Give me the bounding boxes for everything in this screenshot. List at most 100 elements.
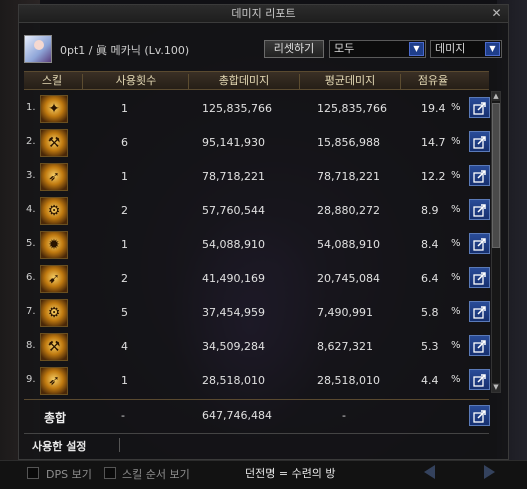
column-header-share: 점유율: [417, 74, 449, 87]
table-row: 3. ➶ 1 78,718,221 78,718,221 12.2%: [24, 160, 490, 193]
avg-damage: 78,718,221: [317, 170, 380, 183]
row-number: 1.: [26, 102, 36, 113]
share-percent: 8.9: [421, 204, 439, 217]
avg-damage: 54,088,910: [317, 238, 380, 251]
share-button[interactable]: [469, 369, 490, 390]
row-number: 4.: [26, 204, 36, 215]
chevron-down-icon: ▼: [485, 42, 500, 56]
share-button[interactable]: [469, 335, 490, 356]
skill-order-checkbox[interactable]: [104, 467, 116, 479]
share-button[interactable]: [469, 97, 490, 118]
filter-select[interactable]: 모두 ▼: [329, 40, 426, 58]
scrollbar[interactable]: ▲ ▼: [491, 91, 501, 393]
total-damage: 95,141,930: [202, 136, 265, 149]
skill-icon-3: ➶: [40, 163, 68, 191]
skill-icon-1: ✦: [40, 95, 68, 123]
avg-damage: 20,745,084: [317, 272, 380, 285]
use-count: 1: [121, 238, 128, 251]
table-row: 9. ➶ 1 28,518,010 28,518,010 4.4%: [24, 364, 490, 397]
column-header-count: 사용횟수: [115, 74, 157, 87]
table-row: 2. ⚒ 6 95,141,930 15,856,988 14.7%: [24, 126, 490, 159]
row-number: 7.: [26, 306, 36, 317]
table-row: 5. ✹ 1 54,088,910 54,088,910 8.4%: [24, 228, 490, 261]
share-icon: [473, 136, 486, 149]
share-percent: 19.4: [421, 102, 446, 115]
share-icon: [473, 102, 486, 115]
table-row: 1. ✦ 1 125,835,766 125,835,766 19.4%: [24, 92, 490, 125]
total-damage: 37,454,959: [202, 306, 265, 319]
row-number: 2.: [26, 136, 36, 147]
prev-arrow-icon[interactable]: [424, 465, 435, 479]
used-settings-bar: 사용한 설정: [24, 433, 489, 455]
share-icon: [473, 374, 486, 387]
window-titlebar[interactable]: 데미지 리포트 ✕: [19, 5, 508, 23]
dps-label: DPS 보기: [46, 468, 92, 481]
table-row: 6. ➹ 2 41,490,169 20,745,084 6.4%: [24, 262, 490, 295]
avg-damage: 15,856,988: [317, 136, 380, 149]
skill-order-label: 스킬 순서 보기: [122, 468, 190, 481]
bottom-bar: DPS 보기 스킬 순서 보기 던전명 = 수련의 방: [0, 460, 527, 489]
share-button[interactable]: [469, 405, 490, 426]
close-icon[interactable]: ✕: [489, 6, 504, 21]
skill-icon-5: ✹: [40, 231, 68, 259]
table-row: 8. ⚒ 4 34,509,284 8,627,321 5.3%: [24, 330, 490, 363]
share-icon: [473, 306, 486, 319]
share-button[interactable]: [469, 199, 490, 220]
total-count: -: [121, 409, 125, 422]
damage-report-window: 데미지 리포트 ✕ 0pt1 / 眞 메카닉 (Lv.100) 리셋하기 모두 …: [18, 4, 509, 460]
dps-checkbox[interactable]: [27, 467, 39, 479]
total-damage: 57,760,544: [202, 204, 265, 217]
use-count: 6: [121, 136, 128, 149]
share-percent: 5.3: [421, 340, 439, 353]
reset-button[interactable]: 리셋하기: [264, 40, 324, 58]
share-icon: [473, 272, 486, 285]
share-button[interactable]: [469, 267, 490, 288]
character-name: 0pt1 / 眞 메카닉 (Lv.100): [60, 44, 190, 57]
metric-select[interactable]: 데미지 ▼: [430, 40, 502, 58]
scroll-thumb[interactable]: [492, 103, 500, 248]
share-percent: 6.4: [421, 272, 439, 285]
row-number: 5.: [26, 238, 36, 249]
avg-damage: 28,518,010: [317, 374, 380, 387]
scroll-down-icon[interactable]: ▼: [492, 383, 500, 392]
avg-damage: 28,880,272: [317, 204, 380, 217]
percent-sign: %: [451, 272, 461, 283]
chevron-down-icon: ▼: [409, 42, 424, 56]
table-header: 스킬 사용횟수 총합데미지 평균데미지 점유율: [24, 71, 489, 90]
avatar: [24, 35, 52, 63]
character-row: 0pt1 / 眞 메카닉 (Lv.100) 리셋하기 모두 ▼ 데미지 ▼: [24, 35, 504, 63]
share-icon: [473, 340, 486, 353]
total-damage: 125,835,766: [202, 102, 272, 115]
total-damage: 78,718,221: [202, 170, 265, 183]
percent-sign: %: [451, 340, 461, 351]
total-damage: 647,746,484: [202, 409, 272, 422]
total-label: 총합: [44, 411, 67, 425]
share-button[interactable]: [469, 233, 490, 254]
used-settings-tab[interactable]: 사용한 설정: [32, 438, 86, 454]
share-percent: 4.4: [421, 374, 439, 387]
row-number: 3.: [26, 170, 36, 181]
share-button[interactable]: [469, 165, 490, 186]
share-button[interactable]: [469, 301, 490, 322]
share-percent: 14.7: [421, 136, 446, 149]
total-damage: 54,088,910: [202, 238, 265, 251]
use-count: 4: [121, 340, 128, 353]
percent-sign: %: [451, 374, 461, 385]
row-number: 9.: [26, 374, 36, 385]
percent-sign: %: [451, 306, 461, 317]
next-arrow-icon[interactable]: [484, 465, 495, 479]
metric-select-value: 데미지: [435, 42, 466, 55]
share-icon: [473, 204, 486, 217]
percent-sign: %: [451, 136, 461, 147]
scroll-up-icon[interactable]: ▲: [492, 92, 500, 101]
share-icon: [473, 410, 486, 423]
total-row: 총합 - 647,746,484 -: [24, 399, 490, 431]
share-button[interactable]: [469, 131, 490, 152]
total-damage: 34,509,284: [202, 340, 265, 353]
percent-sign: %: [451, 238, 461, 249]
percent-sign: %: [451, 102, 461, 113]
share-percent: 8.4: [421, 238, 439, 251]
share-percent: 12.2: [421, 170, 446, 183]
table-row: 4. ⚙ 2 57,760,544 28,880,272 8.9%: [24, 194, 490, 227]
use-count: 1: [121, 170, 128, 183]
